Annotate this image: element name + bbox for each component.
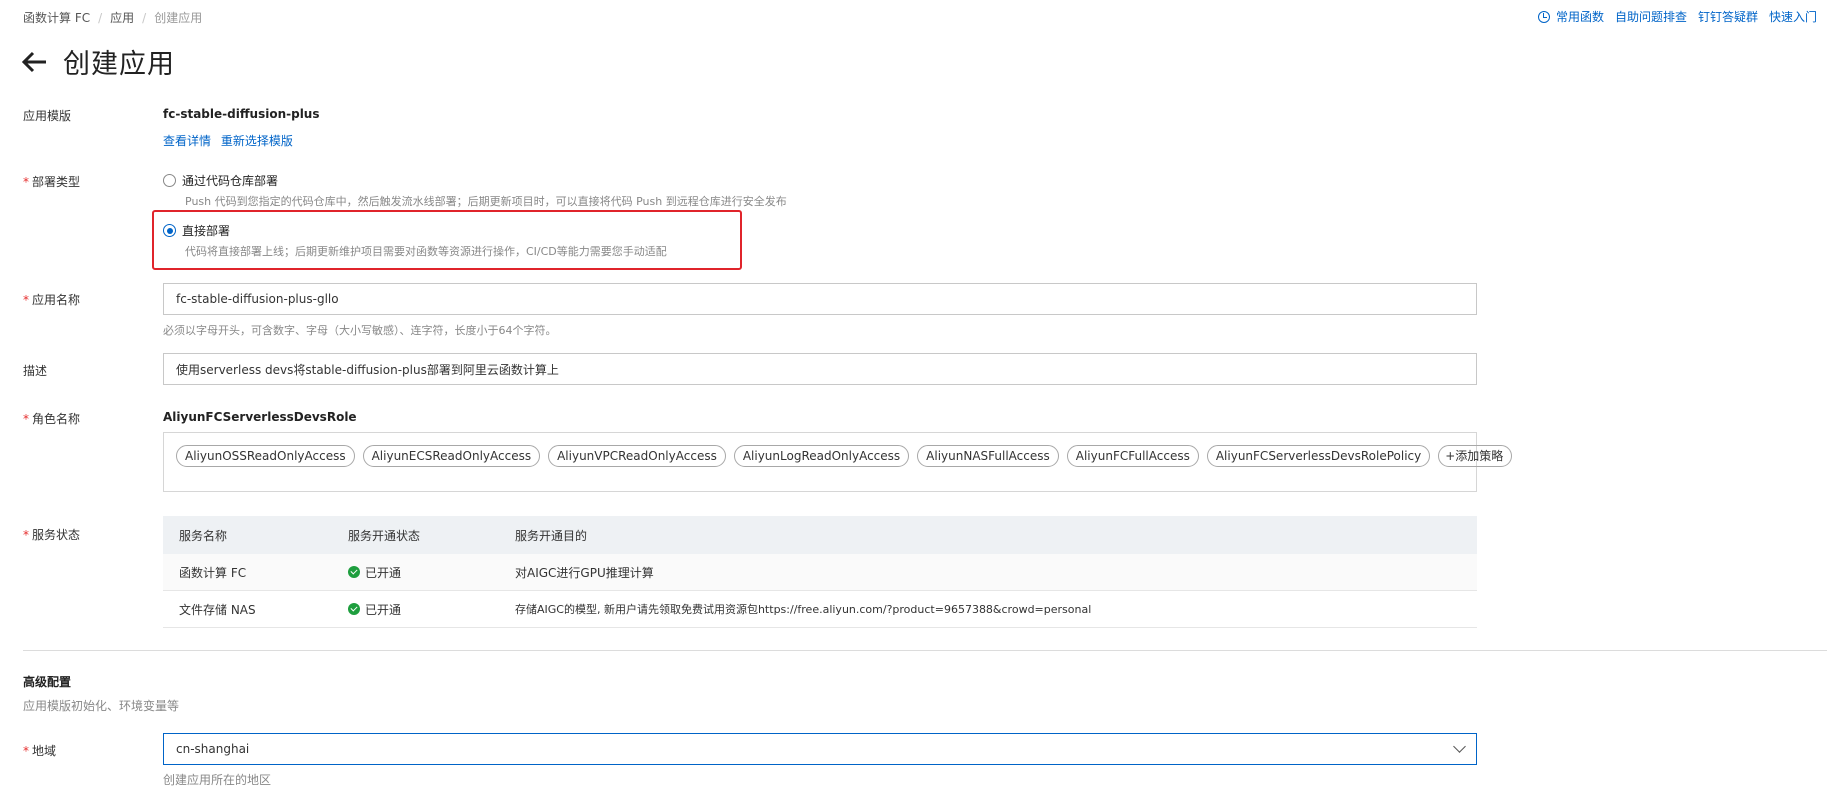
page-header: 创建应用 [21,42,175,81]
template-label: 应用模版 [23,109,72,123]
service-name: 函数计算 FC [179,565,247,580]
check-circle-icon [348,566,360,578]
region-value: cn-shanghai [176,742,250,756]
add-policy-button[interactable]: +添加策略 [1438,445,1513,467]
service-status: 已开通 [348,554,401,590]
breadcrumb-fc[interactable]: 函数计算 FC [23,9,90,26]
template-actions: 查看详情 重新选择模版 [163,132,293,149]
header-service-status: 服务开通状态 [348,528,421,543]
policy-tag[interactable]: AliyunECSReadOnlyAccess [362,445,541,467]
policy-tag[interactable]: AliyunVPCReadOnlyAccess [548,445,726,467]
page-title: 创建应用 [63,49,175,80]
description-label: 描述 [23,364,48,378]
advanced-title: 高级配置 [23,675,72,689]
back-arrow-icon[interactable] [21,48,49,76]
option-desc: 代码将直接部署上线；后期更新维护项目需要对函数等资源进行操作，CI/CD等能力需… [185,245,667,258]
role-label: * 角色名称 [23,412,81,426]
breadcrumb-apps[interactable]: 应用 [110,9,134,26]
service-status: 已开通 [348,591,401,627]
link-dingtalk-group[interactable]: 钉钉答疑群 [1698,8,1758,25]
reselect-template-link[interactable]: 重新选择模版 [221,134,293,148]
header-service-purpose: 服务开通目的 [515,528,588,543]
policy-tag[interactable]: AliyunFCServerlessDevsRolePolicy [1206,445,1431,467]
breadcrumb-separator: / [142,10,147,25]
option-title: 通过代码仓库部署 [182,174,279,188]
deploy-option-direct[interactable]: 直接部署 [163,222,230,239]
radio-repo-deploy[interactable] [163,174,176,187]
breadcrumb-separator: / [98,10,103,25]
link-self-troubleshoot[interactable]: 自助问题排查 [1615,8,1687,25]
service-purpose: 存储AIGC的模型, 新用户请先领取免费试用资源包https://free.al… [515,603,1092,616]
deploy-option-repo[interactable]: 通过代码仓库部署 [163,172,278,189]
chevron-down-icon [1453,740,1466,753]
table-row: 文件存储 NAS 已开通 存储AIGC的模型, 新用户请先领取免费试用资源包ht… [163,591,1477,628]
highlight-box [152,210,742,270]
link-quick-start[interactable]: 快速入门 [1769,8,1817,25]
table-header: 服务名称 服务开通状态 服务开通目的 [163,516,1477,554]
view-details-link[interactable]: 查看详情 [163,134,211,148]
option-title: 直接部署 [182,224,231,238]
policy-tag[interactable]: AliyunFCFullAccess [1066,445,1199,467]
service-purpose: 对AIGC进行GPU推理计算 [515,565,654,580]
role-name: AliyunFCServerlessDevsRole [163,410,357,424]
app-name-label: * 应用名称 [23,293,81,307]
table-row: 函数计算 FC 已开通 对AIGC进行GPU推理计算 [163,554,1477,591]
app-name-hint: 必须以字母开头，可含数字、字母（大小写敏感）、连字符，长度小于64个字符。 [163,324,557,337]
advanced-subtitle: 应用模版初始化、环境变量等 [23,699,180,713]
header-service-name: 服务名称 [179,528,228,543]
section-divider [23,650,1827,651]
region-select[interactable]: cn-shanghai [163,733,1477,765]
breadcrumb: 函数计算 FC / 应用 / 创建应用 [23,9,202,26]
option-desc: Push 代码到您指定的代码仓库中，然后触发流水线部署；后期更新项目时，可以直接… [185,195,787,208]
description-input[interactable]: 使用serverless devs将stable-diffusion-plus部… [163,353,1477,385]
region-hint: 创建应用所在的地区 [163,773,272,787]
policy-tag[interactable]: AliyunLogReadOnlyAccess [733,445,910,467]
policy-tag[interactable]: AliyunOSSReadOnlyAccess [176,445,355,467]
app-name-input[interactable]: fc-stable-diffusion-plus-gllo [163,283,1477,315]
breadcrumb-current: 创建应用 [154,11,203,25]
service-table: 服务名称 服务开通状态 服务开通目的 函数计算 FC 已开通 对AIGC进行GP… [163,516,1477,628]
region-label: * 地域 [23,744,57,758]
deploy-type-label: * 部署类型 [23,175,81,189]
policy-tag-box: AliyunOSSReadOnlyAccess AliyunECSReadOnl… [163,432,1513,492]
service-name: 文件存储 NAS [179,602,256,617]
service-status-label: * 服务状态 [23,528,81,542]
template-name: fc-stable-diffusion-plus [163,107,320,121]
clock-icon [1537,10,1550,23]
policy-tag[interactable]: AliyunNASFullAccess [917,445,1059,467]
radio-direct-deploy[interactable] [163,224,176,237]
link-common-functions[interactable]: 常用函数 [1556,8,1604,25]
top-links: 常用函数 自助问题排查 钉钉答疑群 快速入门 [1537,8,1817,25]
check-circle-icon [348,603,360,615]
